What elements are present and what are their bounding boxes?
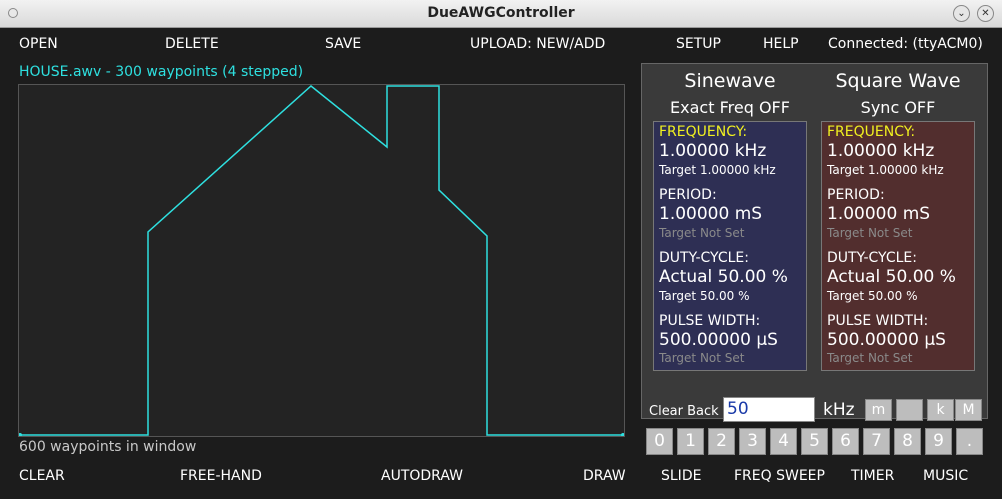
- setup-button[interactable]: SETUP: [676, 36, 721, 52]
- sine-duty-value: Actual 50.00 %: [659, 267, 788, 287]
- waypoint-end-marker[interactable]: [621, 433, 624, 436]
- help-button[interactable]: HELP: [763, 36, 799, 52]
- digit-0-button[interactable]: 0: [646, 428, 673, 455]
- window-title: DueAWGController: [427, 5, 575, 21]
- digit-7-button[interactable]: 7: [863, 428, 890, 455]
- sine-pulse-label[interactable]: PULSE WIDTH:: [659, 313, 760, 329]
- prefix-none-button[interactable]: [896, 399, 923, 421]
- clear-button[interactable]: CLEAR: [19, 468, 65, 484]
- timer-button[interactable]: TIMER: [851, 468, 894, 484]
- square-frequency-label[interactable]: FREQUENCY:: [827, 124, 915, 140]
- connection-status: Connected: (ttyACM0): [828, 36, 983, 52]
- prefix-kilo-button[interactable]: k: [927, 399, 954, 421]
- square-frequency-target: Target 1.00000 kHz: [827, 163, 944, 177]
- draw-button[interactable]: DRAW: [583, 468, 626, 484]
- save-button[interactable]: SAVE: [325, 36, 361, 52]
- decimal-point-button[interactable]: .: [956, 428, 983, 455]
- digit-1-button[interactable]: 1: [677, 428, 704, 455]
- sine-pulse-value: 500.00000 μS: [659, 330, 778, 350]
- digit-9-button[interactable]: 9: [925, 428, 952, 455]
- music-button[interactable]: MUSIC: [923, 468, 968, 484]
- square-frequency-value: 1.00000 kHz: [827, 141, 935, 161]
- sine-period-label[interactable]: PERIOD:: [659, 187, 717, 203]
- prefix-mega-button[interactable]: M: [955, 399, 982, 421]
- upload-button[interactable]: UPLOAD: NEW/ADD: [470, 36, 605, 52]
- freq-sweep-button[interactable]: FREQ SWEEP: [734, 468, 825, 484]
- square-pulse-label[interactable]: PULSE WIDTH:: [827, 313, 928, 329]
- square-period-target: Target Not Set: [827, 226, 913, 240]
- slide-button[interactable]: SLIDE: [661, 468, 701, 484]
- unit-label: kHz: [823, 400, 855, 420]
- square-period-label[interactable]: PERIOD:: [827, 187, 885, 203]
- exact-freq-toggle[interactable]: Exact Freq OFF: [653, 98, 807, 117]
- square-duty-value: Actual 50.00 %: [827, 267, 956, 287]
- sine-title: Sinewave: [684, 70, 776, 92]
- sync-toggle[interactable]: Sync OFF: [821, 98, 975, 117]
- delete-button[interactable]: DELETE: [165, 36, 219, 52]
- waveform-line: [19, 85, 624, 436]
- close-icon[interactable]: ✕: [977, 5, 994, 22]
- digit-3-button[interactable]: 3: [739, 428, 766, 455]
- square-pulse-target: Target Not Set: [827, 351, 913, 365]
- digit-6-button[interactable]: 6: [832, 428, 859, 455]
- square-parameters: FREQUENCY: 1.00000 kHz Target 1.00000 kH…: [821, 121, 975, 371]
- sine-parameters: FREQUENCY: 1.00000 kHz Target 1.00000 kH…: [653, 121, 807, 371]
- autodraw-button[interactable]: AUTODRAW: [381, 468, 463, 484]
- sine-frequency-label[interactable]: FREQUENCY:: [659, 124, 747, 140]
- square-title: Square Wave: [835, 70, 961, 92]
- square-duty-label[interactable]: DUTY-CYCLE:: [827, 250, 917, 266]
- digit-8-button[interactable]: 8: [894, 428, 921, 455]
- waveform-file-label: HOUSE.awv - 300 waypoints (4 stepped): [19, 64, 304, 80]
- clear-back-button[interactable]: Clear Back: [649, 404, 719, 419]
- sine-duty-target: Target 50.00 %: [659, 289, 750, 303]
- sine-period-target: Target Not Set: [659, 226, 745, 240]
- free-hand-button[interactable]: FREE-HAND: [180, 468, 262, 484]
- waveform-plot: [19, 85, 624, 436]
- sine-frequency-value: 1.00000 kHz: [659, 141, 767, 161]
- sine-duty-label[interactable]: DUTY-CYCLE:: [659, 250, 749, 266]
- digit-4-button[interactable]: 4: [770, 428, 797, 455]
- square-pulse-value: 500.00000 μS: [827, 330, 946, 350]
- digit-2-button[interactable]: 2: [708, 428, 735, 455]
- digit-5-button[interactable]: 5: [801, 428, 828, 455]
- minimize-icon[interactable]: ⌄: [953, 5, 970, 22]
- square-period-value: 1.00000 mS: [827, 204, 931, 224]
- title-bar: DueAWGController ⌄ ✕: [0, 0, 1002, 28]
- sine-pulse-target: Target Not Set: [659, 351, 745, 365]
- waypoints-window-label: 600 waypoints in window: [19, 439, 197, 455]
- prefix-milli-button[interactable]: m: [865, 399, 892, 421]
- waveform-canvas[interactable]: [18, 84, 625, 437]
- sine-frequency-target: Target 1.00000 kHz: [659, 163, 776, 177]
- generator-panel: Sinewave Square Wave Exact Freq OFF Sync…: [641, 63, 988, 419]
- sine-period-value: 1.00000 mS: [659, 204, 763, 224]
- square-duty-target: Target 50.00 %: [827, 289, 918, 303]
- app-body: OPEN DELETE SAVE UPLOAD: NEW/ADD SETUP H…: [0, 28, 1002, 499]
- waypoint-start-marker[interactable]: [19, 433, 22, 436]
- value-input[interactable]: 50: [723, 397, 815, 422]
- open-button[interactable]: OPEN: [19, 36, 58, 52]
